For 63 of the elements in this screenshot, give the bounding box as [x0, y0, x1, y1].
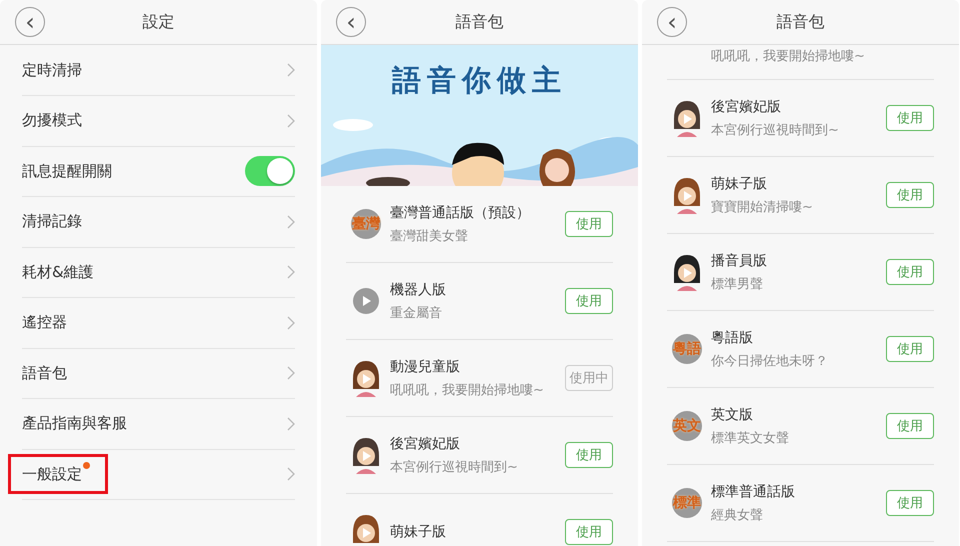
chevron-icon	[287, 316, 295, 330]
voice-pack-description: 重金屬音	[390, 304, 443, 322]
setting-label[interactable]: 勿擾模式	[22, 111, 82, 130]
voice-pack-description: 吼吼吼，我要開始掃地嘍~	[390, 382, 545, 398]
in-use-button[interactable]: 使用中	[565, 365, 613, 391]
voice-pack-name: 後宮嬪妃版	[711, 98, 782, 116]
toggle-switch[interactable]	[245, 156, 295, 186]
setting-label[interactable]: 產品指南與客服	[22, 414, 127, 433]
voice-pack-name: 播音員版	[711, 252, 768, 270]
voice-pack-description: 本宮例行巡視時間到~	[711, 122, 840, 138]
voice-pack-name: 萌妹子版	[711, 174, 768, 192]
back-button[interactable]: ‹	[15, 7, 45, 37]
voice-pack-description: 標準英文女聲	[711, 430, 790, 446]
screen-title: 語音包	[456, 12, 504, 32]
use-button[interactable]: 使用	[886, 490, 934, 516]
chevron-icon	[287, 214, 295, 228]
voice-pack-description: 你今日掃佐地未呀？	[711, 352, 829, 370]
voice-pack-description: 吼吼吼，我要開始掃地嘍~	[711, 48, 865, 65]
voice-pack-name: 萌妹子版	[390, 523, 447, 541]
voice-pack-description: 經典女聲	[711, 506, 764, 524]
voice-pack-name: 機器人版	[390, 280, 447, 298]
voice-pack-name: 英文版	[711, 406, 754, 424]
setting-label[interactable]: 耗材&維護	[22, 262, 94, 282]
voice-pack-description: 寶寶開始清掃嘍~	[711, 198, 814, 216]
voice-pack-name: 標準普通話版	[711, 482, 796, 500]
use-button[interactable]: 使用	[886, 259, 934, 285]
voice-pack-description: 標準男聲	[711, 276, 764, 292]
badge-text: 標準	[673, 494, 701, 512]
voice-pack-name: 臺灣普通話版（預設）	[390, 204, 531, 222]
back-button[interactable]: ‹	[336, 7, 366, 37]
voice-pack-description: 本宮例行巡視時間到~	[390, 458, 519, 476]
setting-label[interactable]: 定時清掃	[22, 60, 82, 80]
chevron-icon	[287, 366, 295, 380]
use-button[interactable]: 使用	[565, 519, 613, 545]
chevron-icon	[287, 416, 295, 430]
setting-label[interactable]: 清掃記錄	[22, 212, 82, 231]
use-button[interactable]: 使用	[886, 336, 934, 362]
badge-text: 臺灣	[352, 215, 380, 233]
voice-pack-name: 動漫兒童版	[390, 358, 461, 376]
play-icon[interactable]	[353, 288, 379, 314]
voice-pack-name: 粵語版	[711, 328, 754, 346]
voice-pack-description: 臺灣甜美女聲	[390, 228, 469, 244]
setting-label[interactable]: 語音包	[22, 364, 67, 382]
setting-label[interactable]: 遙控器	[22, 313, 67, 332]
use-button[interactable]: 使用	[886, 105, 934, 131]
screen-title: 設定	[142, 12, 174, 32]
use-button[interactable]: 使用	[565, 288, 613, 314]
chevron-icon	[287, 114, 295, 128]
badge-text: 粵語	[673, 340, 701, 358]
chevron-icon	[287, 63, 295, 77]
use-button[interactable]: 使用	[886, 413, 934, 439]
chevron-icon	[287, 467, 295, 481]
banner-title: 語音你做主	[390, 62, 568, 99]
use-button[interactable]: 使用	[565, 211, 613, 237]
screen-title: 語音包	[776, 12, 824, 32]
setting-label[interactable]: 一般設定	[22, 464, 82, 484]
setting-label[interactable]: 訊息提醒開關	[22, 162, 112, 180]
chevron-icon	[287, 265, 295, 279]
use-button[interactable]: 使用	[565, 442, 613, 468]
use-button[interactable]: 使用	[886, 182, 934, 208]
voice-pack-name: 後宮嬪妃版	[390, 434, 461, 452]
back-button[interactable]: ‹	[657, 7, 687, 37]
badge-text: 英文	[673, 417, 701, 435]
